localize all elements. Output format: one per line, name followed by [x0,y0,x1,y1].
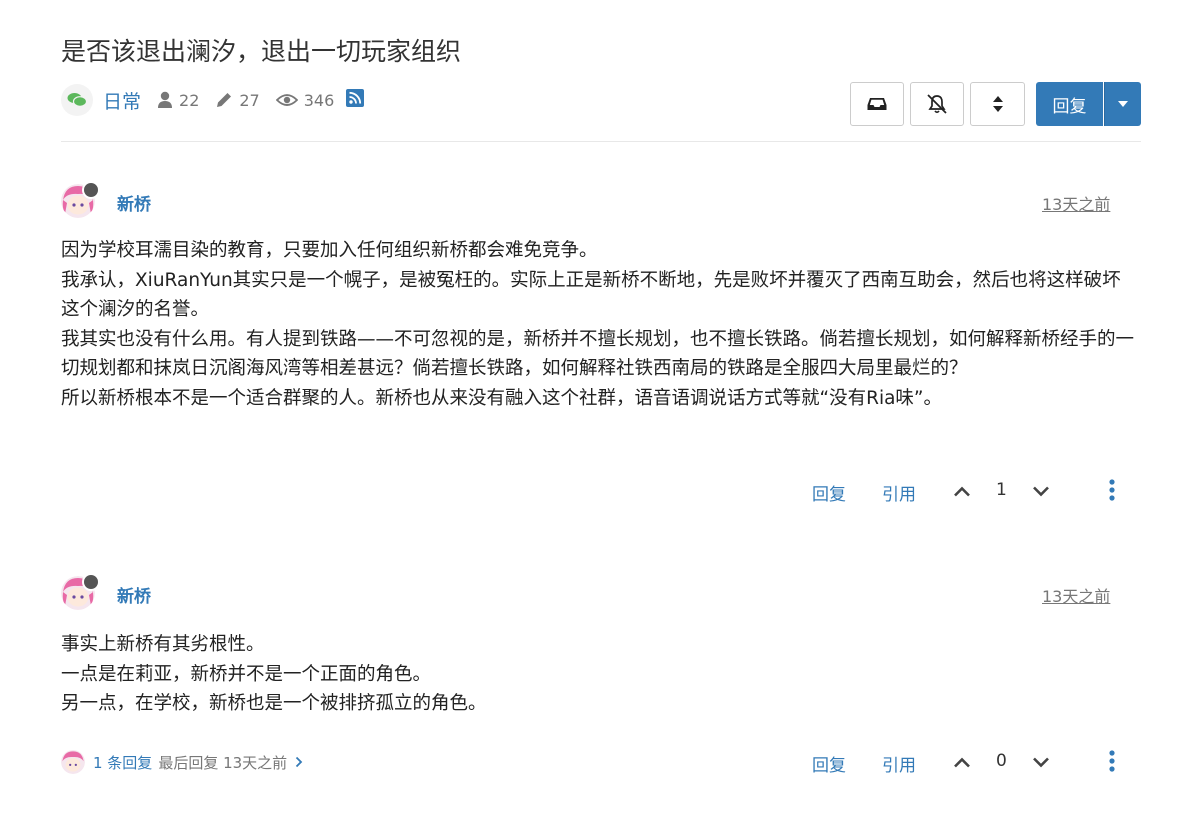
pencil-icon [217,93,232,107]
posts-count: 27 [239,90,260,110]
post-content: 因为学校耳濡目染的教育，只要加入任何组织新桥都会难免竞争。 我承认，XiuRan… [61,236,1136,413]
status-indicator [82,573,100,591]
comments-icon[interactable] [61,84,93,116]
watch-button[interactable] [910,82,964,126]
mark-unread-button[interactable] [850,82,904,126]
views-stat: 346 [275,90,335,110]
replies-count-link[interactable]: 1 条回复 [93,752,152,773]
post-timestamp[interactable]: 13天之前 [1042,583,1110,607]
post-timestamp[interactable]: 13天之前 [1042,191,1110,215]
chevron-right-icon [296,756,303,768]
post-reply-link[interactable]: 回复 [812,480,846,505]
posters-stat: 22 [157,91,199,110]
downvote-icon[interactable] [1030,752,1052,772]
post-username[interactable]: 新桥 [117,582,151,607]
posters-count: 22 [179,90,200,110]
post-replies-summary[interactable]: 1 条回复 最后回复 13天之前 [61,750,303,774]
last-reply-text: 最后回复 13天之前 [158,753,288,772]
post-paragraph: 事实上新桥有其劣根性。 [61,634,265,655]
post-paragraph: 一点是在莉亚，新桥并不是一个正面的角色。 [61,663,432,685]
upvote-icon[interactable] [951,752,973,772]
views-count: 346 [303,90,335,110]
posts-stat: 27 [215,90,260,110]
header-divider [61,141,1141,142]
user-icon [158,91,173,108]
reply-button[interactable]: 回复 [1036,82,1103,126]
post-content: 事实上新桥有其劣根性。 一点是在莉亚，新桥并不是一个正面的角色。 另一点，在学校… [61,630,1136,719]
rss-icon[interactable] [346,89,365,111]
downvote-icon[interactable] [1030,481,1052,501]
eye-icon [275,94,298,106]
topic-meta: 日常 22 27 346 [61,84,365,116]
inbox-icon [867,98,887,110]
reply-options-button[interactable] [1104,82,1141,126]
caret-down-icon [1118,101,1128,107]
more-options-icon[interactable] [1104,478,1120,502]
category-link[interactable]: 日常 [103,87,141,114]
post-paragraph: 我其实也没有什么用。有人提到铁路——不可忽视的是，新桥并不擅长规划，也不擅长铁路… [61,328,1135,380]
topic-title: 是否该退出澜汐，退出一切玩家组织 [61,37,462,66]
vote-count[interactable]: 0 [996,751,1007,771]
avatar [61,750,85,774]
status-indicator [82,181,100,199]
post-quote-link[interactable]: 引用 [882,480,916,505]
post-reply-link[interactable]: 回复 [812,751,846,776]
post-paragraph: 所以新桥根本不是一个适合群聚的人。新桥也从来没有融入这个社群，语音语调说话方式等… [61,387,943,409]
post-username[interactable]: 新桥 [117,190,151,215]
post-paragraph: 另一点，在学校，新桥也是一个被排挤孤立的角色。 [61,693,487,714]
sort-button[interactable] [970,82,1025,126]
vote-count[interactable]: 1 [996,480,1007,500]
upvote-icon[interactable] [951,481,973,501]
post-paragraph: 因为学校耳濡目染的教育，只要加入任何组织新桥都会难免竞争。 [61,240,598,261]
bell-slash-icon [927,94,947,114]
sort-icon [992,96,1003,112]
more-options-icon[interactable] [1104,749,1120,773]
post-paragraph: 我承认，XiuRanYun其实只是一个幌子，是被冤枉的。实际上正是新桥不断地，先… [61,269,1121,321]
post-quote-link[interactable]: 引用 [882,751,916,776]
